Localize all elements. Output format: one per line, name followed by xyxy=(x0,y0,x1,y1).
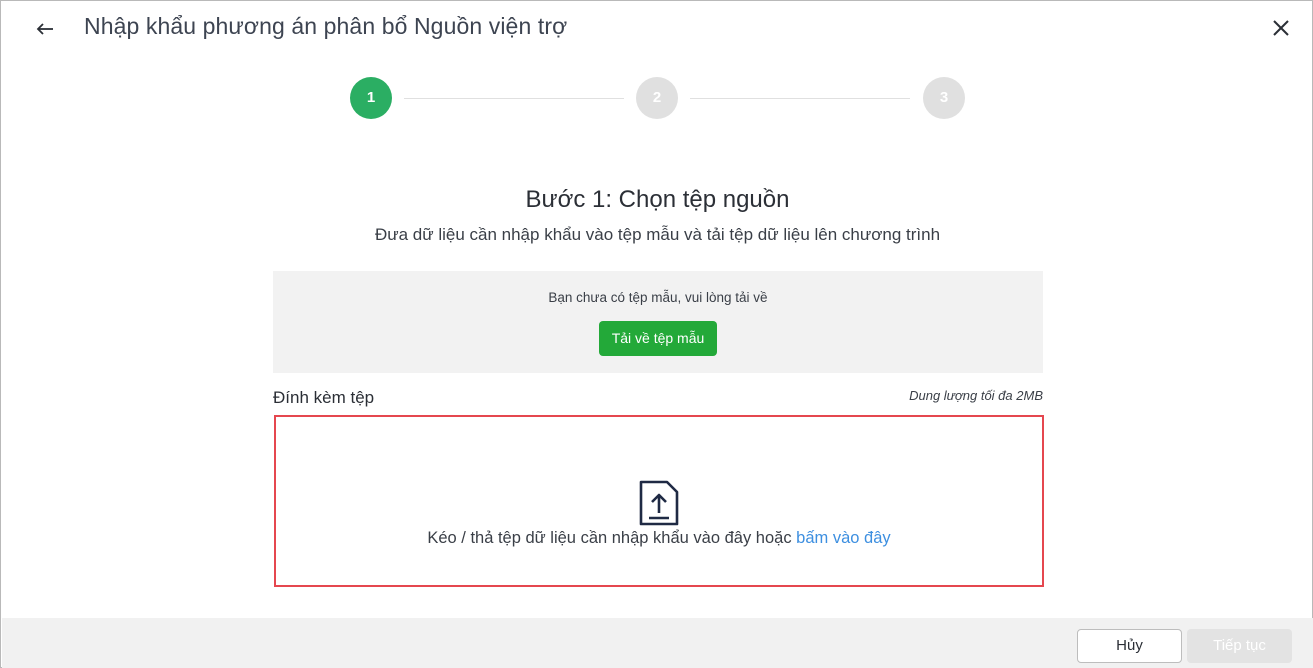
file-dropzone[interactable]: Kéo / thả tệp dữ liệu cần nhập khẩu vào … xyxy=(274,415,1044,587)
template-panel: Bạn chưa có tệp mẫu, vui lòng tải về Tải… xyxy=(273,271,1043,373)
dropzone-instruction: Kéo / thả tệp dữ liệu cần nhập khẩu vào … xyxy=(427,529,797,547)
file-upload-icon xyxy=(639,480,679,526)
step-description: Đưa dữ liệu cần nhập khẩu vào tệp mẫu và… xyxy=(374,225,941,244)
arrow-left-icon xyxy=(36,23,53,35)
stepper: 1 2 3 xyxy=(350,77,965,119)
download-template-button[interactable]: Tải về tệp mẫu xyxy=(599,321,717,356)
dialog-footer: Hủy Tiếp tục xyxy=(2,618,1313,668)
step-2-indicator: 2 xyxy=(636,77,678,119)
max-size-note: Dung lượng tối đa 2MB xyxy=(909,388,1043,403)
close-icon xyxy=(1273,20,1289,36)
step-3-indicator: 3 xyxy=(923,77,965,119)
dialog-header: Nhập khẩu phương án phân bổ Nguồn viện t… xyxy=(1,1,1312,57)
back-button[interactable] xyxy=(31,15,59,43)
step-connector xyxy=(690,98,910,99)
step-1-indicator: 1 xyxy=(350,77,392,119)
step-connector xyxy=(404,98,624,99)
attach-file-label: Đính kèm tệp xyxy=(273,388,375,407)
dialog-title: Nhập khẩu phương án phân bổ Nguồn viện t… xyxy=(84,13,568,39)
template-prompt: Bạn chưa có tệp mẫu, vui lòng tải về xyxy=(548,290,768,305)
cancel-button[interactable]: Hủy xyxy=(1077,629,1182,663)
next-button[interactable]: Tiếp tục xyxy=(1187,629,1292,663)
dropzone-text: Kéo / thả tệp dữ liệu cần nhập khẩu vào … xyxy=(276,529,1042,548)
step-heading: Bước 1: Chọn tệp nguồn xyxy=(525,186,790,213)
import-dialog: Nhập khẩu phương án phân bổ Nguồn viện t… xyxy=(0,0,1313,668)
browse-file-link[interactable]: bấm vào đây xyxy=(796,529,890,547)
close-button[interactable] xyxy=(1267,14,1295,42)
